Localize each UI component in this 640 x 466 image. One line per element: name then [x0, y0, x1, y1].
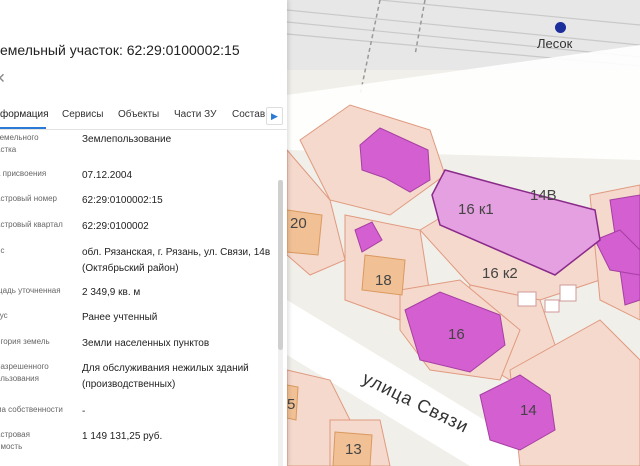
info-panel: емельный участок: 62:29:0100002:15 ✕ фор…: [0, 0, 287, 466]
building-label: 14В: [530, 187, 557, 204]
building-label: 16 к2: [482, 265, 518, 282]
attr-key: астровый номер: [0, 194, 57, 203]
building-label: 5: [287, 396, 296, 413]
tab-composition[interactable]: Состав: [232, 109, 265, 120]
attr-key: егория земель: [0, 337, 50, 346]
attr-key: ма собственности: [0, 405, 63, 414]
tab-parts[interactable]: Части ЗУ: [174, 109, 216, 120]
tab-services[interactable]: Сервисы: [62, 109, 103, 120]
attr-value: 62:29:0100002:15: [82, 195, 163, 206]
place-name-label: Лесок: [537, 36, 573, 51]
scrollbar-thumb[interactable]: [278, 180, 283, 350]
building-label: 16: [448, 326, 465, 343]
attr-key: щадь уточненная: [0, 286, 61, 295]
attr-key: разрешенного ользования: [0, 362, 49, 383]
building-label: 18: [375, 272, 392, 289]
place-marker-icon[interactable]: [555, 22, 566, 33]
attr-key: тус: [0, 311, 8, 320]
attr-value: Землепользование: [82, 134, 172, 145]
attr-key: ес: [0, 246, 5, 255]
tab-information[interactable]: формация: [0, 109, 49, 120]
building-label: 14: [520, 402, 537, 419]
attr-value: 62:29:0100002: [82, 221, 149, 232]
attr-value: 1 149 131,25 руб.: [82, 431, 163, 442]
attr-key: а присвоения: [0, 169, 47, 178]
chevron-right-icon[interactable]: ▶: [266, 107, 283, 125]
building-label: 16 к1: [458, 201, 494, 218]
active-tab-indicator: [0, 127, 46, 129]
attr-key: астровая имость: [0, 430, 30, 451]
attr-value: обл. Рязанская, г. Рязань, ул. Связи, 14…: [82, 247, 271, 274]
tab-objects[interactable]: Объекты: [118, 109, 159, 120]
attr-value: Ранее учтенный: [82, 312, 158, 323]
building-label: 20: [290, 215, 307, 232]
attr-value: 2 349,9 кв. м: [82, 287, 141, 298]
attr-value: -: [82, 406, 86, 417]
scrollbar[interactable]: [278, 180, 283, 466]
attr-value: Для обслуживания нежилых зданий (произво…: [82, 363, 249, 390]
close-icon[interactable]: ✕: [0, 70, 10, 86]
attr-key: земельного астка: [0, 133, 39, 154]
tab-bar: формация Сервисы Объекты Части ЗУ Состав: [0, 103, 287, 130]
page-title: емельный участок: 62:29:0100002:15: [0, 42, 240, 58]
building-label: 13: [345, 441, 362, 458]
attr-key: астровый квартал: [0, 220, 63, 229]
attr-value: Земли населенных пунктов: [82, 338, 210, 349]
attr-value: 07.12.2004: [82, 170, 133, 181]
